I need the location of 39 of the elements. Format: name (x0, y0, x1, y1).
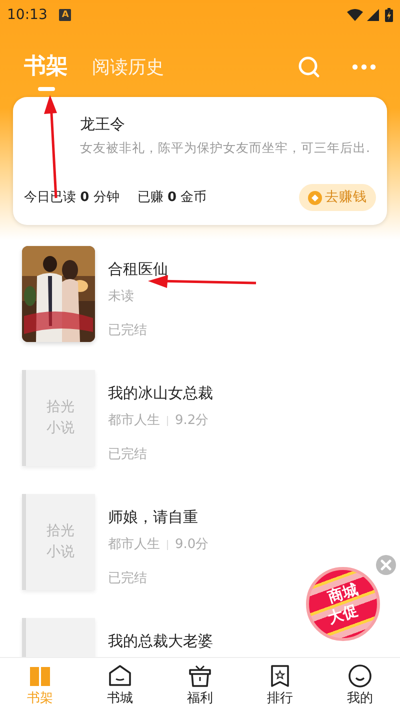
book-meta: 未读 (108, 288, 134, 306)
tab-indicator (38, 87, 54, 91)
status-time: 10:13 (7, 6, 48, 24)
promo-badge[interactable]: 商城 大促 (306, 567, 380, 641)
book-title[interactable]: 我的冰山女总裁 (108, 382, 213, 404)
book-status: 已完结 (108, 322, 148, 340)
signal-icon (367, 9, 379, 21)
house-icon (108, 664, 132, 688)
book-title[interactable]: 合租医仙 (108, 258, 168, 280)
book-meta: 都市人生 (108, 412, 160, 430)
book-meta: 9.0分 (175, 536, 209, 554)
book-status: 已完结 (108, 446, 148, 464)
search-icon[interactable] (298, 56, 320, 78)
book-meta: 9.2分 (175, 412, 209, 430)
book-description: 女友被非礼，陈平为保护女友而坐牢，可三年后出. (80, 139, 370, 157)
nav-tab[interactable]: 书城 (107, 690, 133, 708)
nav-tab[interactable]: 排行 (267, 690, 293, 708)
cover-text: 小说 (46, 419, 74, 438)
book-title[interactable]: 师娘，请自重 (108, 506, 209, 528)
book-status: 已完结 (108, 570, 148, 588)
coin-icon (308, 190, 322, 204)
reading-stat: 已赚 0 金币 (137, 188, 207, 207)
close-icon[interactable] (376, 555, 396, 575)
battery-icon (385, 8, 393, 22)
cover-text: 小说 (46, 543, 74, 562)
notification-icon: A (59, 9, 72, 21)
smiley-icon (348, 664, 372, 688)
book-title[interactable]: 我的总裁大老婆 (108, 630, 213, 652)
wifi-icon (347, 9, 363, 21)
book-title[interactable]: 龙王令 (80, 113, 125, 136)
more-icon[interactable] (352, 64, 376, 70)
cover-text: 拾光 (46, 398, 74, 417)
gift-icon (188, 664, 212, 688)
nav-tab[interactable]: 福利 (187, 690, 213, 708)
bookshelf-icon (28, 664, 52, 688)
bookmark-icon (268, 664, 292, 688)
book-meta: 都市人生 (108, 536, 160, 554)
cover-text: 拾光 (46, 522, 74, 541)
nav-tab[interactable]: 我的 (347, 690, 373, 708)
